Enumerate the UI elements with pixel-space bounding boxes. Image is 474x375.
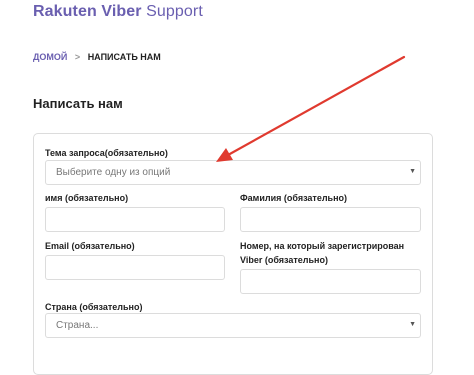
- logo-support-text: Support: [141, 3, 203, 20]
- topic-select[interactable]: Выберите одну из опций ▼: [45, 160, 421, 185]
- first-name-input[interactable]: [45, 207, 225, 232]
- country-select-value: Страна...: [56, 320, 99, 331]
- rakuten-viber-logo[interactable]: Rakuten Viber Support: [33, 3, 203, 21]
- last-name-input[interactable]: [240, 207, 421, 232]
- country-select[interactable]: Страна... ▼: [45, 313, 421, 338]
- breadcrumb-separator: >: [74, 52, 81, 62]
- last-name-label: Фамилия (обязательно): [240, 193, 348, 203]
- page-title: Написать нам: [33, 96, 123, 111]
- phone-label-line2: Viber (обязательно): [240, 255, 328, 265]
- phone-label-line1: Номер, на который зарегистрирован: [240, 241, 405, 251]
- contact-form: Тема запроса(обязательно) Выберите одну …: [33, 133, 433, 375]
- breadcrumb-home-link[interactable]: ДОМОЙ: [33, 52, 67, 62]
- phone-label: Номер, на который зарегистрирован Viber …: [240, 240, 404, 267]
- email-input[interactable]: [45, 255, 225, 280]
- topic-select-value: Выберите одну из опций: [56, 167, 171, 178]
- breadcrumb: ДОМОЙ > НАПИСАТЬ НАМ: [33, 52, 161, 62]
- topic-label: Тема запроса(обязательно): [45, 148, 168, 158]
- phone-input[interactable]: [240, 269, 421, 294]
- first-name-label: имя (обязательно): [45, 193, 129, 203]
- chevron-down-icon: ▼: [409, 168, 416, 175]
- breadcrumb-current: НАПИСАТЬ НАМ: [87, 52, 161, 62]
- chevron-down-icon: ▼: [409, 321, 416, 328]
- email-label: Email (обязательно): [45, 241, 135, 251]
- logo-brand-text: Rakuten Viber: [33, 3, 142, 20]
